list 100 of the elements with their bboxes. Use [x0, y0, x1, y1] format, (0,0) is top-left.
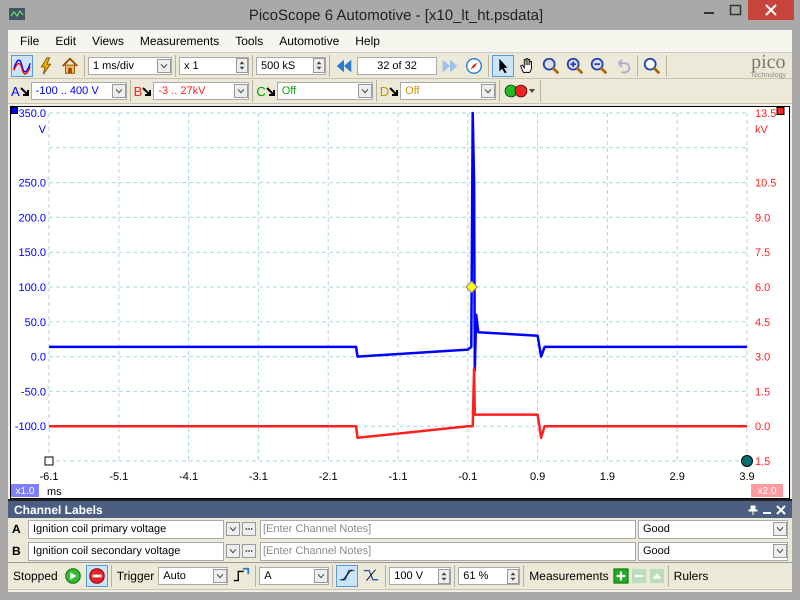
x-axis-label: 0.9: [530, 471, 546, 483]
arrow-icon: [266, 86, 275, 96]
y-axis-label: 1.5: [755, 386, 770, 398]
caret-icon[interactable]: [773, 544, 787, 558]
stop-icon[interactable]: [86, 565, 108, 587]
oscilloscope-icon: [8, 7, 26, 23]
caret-icon[interactable]: [481, 84, 496, 98]
y-axis-label: 0.0: [30, 352, 46, 364]
close-icon[interactable]: [776, 504, 786, 514]
x-axis-label: 1.9: [600, 471, 616, 483]
spinner-arrows-icon[interactable]: [313, 58, 325, 73]
rising-edge-icon[interactable]: [336, 565, 358, 587]
status-dropdown[interactable]: Good: [638, 542, 788, 560]
menu-item[interactable]: Edit: [55, 34, 76, 48]
caret-icon[interactable]: [157, 58, 171, 72]
panel-title: Channel Labels: [14, 502, 103, 516]
y-axis-label: 13.5: [755, 108, 776, 120]
x-axis-label: -1.1: [388, 471, 408, 483]
pre-trigger-spinbox[interactable]: 61 %: [458, 567, 520, 585]
ruler-handle-icon[interactable]: [44, 456, 54, 466]
x-axis-label: -5.1: [109, 471, 128, 483]
threshold-spinbox[interactable]: 100 V: [389, 567, 452, 585]
home-icon[interactable]: [59, 54, 81, 76]
add-icon[interactable]: [612, 568, 629, 584]
x-axis-unit: ms: [47, 486, 62, 498]
caret-icon[interactable]: [226, 522, 240, 536]
x-axis-label: -6.1: [40, 471, 58, 483]
x-axis-label: -3.1: [248, 471, 268, 483]
y-axis-label: -100.0: [14, 421, 46, 434]
menu-item[interactable]: Help: [355, 34, 380, 48]
trigger-mode-dropdown[interactable]: Auto: [158, 567, 228, 585]
channel-label-field[interactable]: Ignition coil primary voltage: [28, 520, 224, 538]
y-axis-label: 9.0: [755, 212, 770, 224]
y-axis-label: 1.5: [755, 456, 770, 468]
close-button[interactable]: [748, 0, 794, 20]
y-axis-label: 50.0: [24, 316, 46, 329]
channel-range-dropdown[interactable]: -100 .. 400 V: [30, 82, 127, 100]
ruler-handle-icon[interactable]: [741, 455, 753, 467]
trigger-marker-icon[interactable]: [465, 280, 478, 294]
spinner-arrows-icon[interactable]: [507, 568, 520, 584]
caret-icon[interactable]: [226, 544, 240, 558]
x-axis-label: -4.1: [179, 471, 198, 483]
y-axis-label: 10.5: [755, 178, 776, 190]
channel-colors-icon[interactable]: [503, 82, 538, 100]
caret-icon[interactable]: [314, 569, 328, 583]
y-axis-unit: kV: [755, 124, 768, 136]
y-axis-label: 6.0: [755, 282, 770, 294]
scale-badge[interactable]: [11, 484, 39, 497]
pin-icon[interactable]: [748, 504, 758, 514]
x-axis-label: -2.1: [318, 471, 338, 483]
arrow-icon: [389, 86, 398, 96]
caret-icon[interactable]: [358, 84, 372, 98]
zoom-spinbox[interactable]: x 1: [179, 56, 249, 74]
pointer-icon[interactable]: [492, 54, 514, 76]
y-axis-label: 7.5: [755, 247, 770, 260]
logo-text: pico: [751, 52, 786, 72]
y-axis-label: 4.5: [755, 316, 770, 329]
y-axis-label: 150.0: [18, 247, 46, 260]
more-icon[interactable]: [242, 544, 256, 558]
buffer-position-field[interactable]: 32 of 32: [357, 56, 437, 74]
samples-spinbox[interactable]: 500 kS: [256, 56, 326, 74]
channel-notes-field[interactable]: [Enter Channel Notes]: [260, 542, 636, 560]
y-axis-label: 3.0: [755, 352, 770, 364]
channel-notes-field[interactable]: [Enter Channel Notes]: [260, 520, 636, 538]
menu-item[interactable]: File: [20, 34, 40, 48]
y-axis-label: 250.0: [18, 178, 46, 190]
caret-icon[interactable]: [213, 569, 228, 583]
arrow-icon: [20, 86, 29, 96]
status-text: Stopped: [12, 569, 59, 583]
caret-icon[interactable]: [234, 84, 248, 98]
x-axis-label: -0.1: [458, 471, 478, 483]
channel-button[interactable]: A: [11, 84, 29, 98]
menu-item[interactable]: Measurements: [140, 34, 220, 48]
x-axis-label: 2.9: [670, 471, 685, 483]
caret-icon[interactable]: [773, 522, 787, 536]
waveform-icon[interactable]: [11, 54, 33, 76]
channel-label-field[interactable]: Ignition coil secondary voltage: [28, 542, 224, 560]
y-axis-label: -50.0: [20, 386, 46, 398]
axis-handle-icon[interactable]: [776, 107, 784, 115]
arrow-icon: [142, 86, 152, 96]
rulers-label: Rulers: [672, 569, 710, 583]
menu-item[interactable]: Automotive: [279, 34, 340, 48]
x-axis-label: 3.9: [739, 471, 755, 483]
timebase-dropdown[interactable]: 1 ms/div: [88, 56, 172, 74]
caret-icon[interactable]: [112, 84, 126, 98]
menu-item[interactable]: Views: [92, 34, 124, 48]
menu-item[interactable]: Tools: [235, 34, 264, 48]
trigger-label: Trigger: [116, 569, 156, 583]
channel-range-dropdown[interactable]: -3 .. 27kV: [153, 82, 250, 100]
close-icon: [765, 4, 777, 16]
spinner-arrows-icon[interactable]: [236, 58, 248, 73]
channel-letter: A: [12, 522, 22, 536]
more-icon[interactable]: [242, 522, 256, 536]
axis-handle-icon[interactable]: [11, 107, 18, 114]
y-axis-unit: V: [38, 124, 46, 136]
y-axis-label: 0.0: [755, 421, 770, 434]
spinner-arrows-icon[interactable]: [438, 568, 450, 584]
status-dropdown[interactable]: Good: [638, 520, 788, 538]
trigger-channel-dropdown[interactable]: A: [259, 567, 330, 585]
y-axis-label: 350.0: [18, 108, 46, 120]
